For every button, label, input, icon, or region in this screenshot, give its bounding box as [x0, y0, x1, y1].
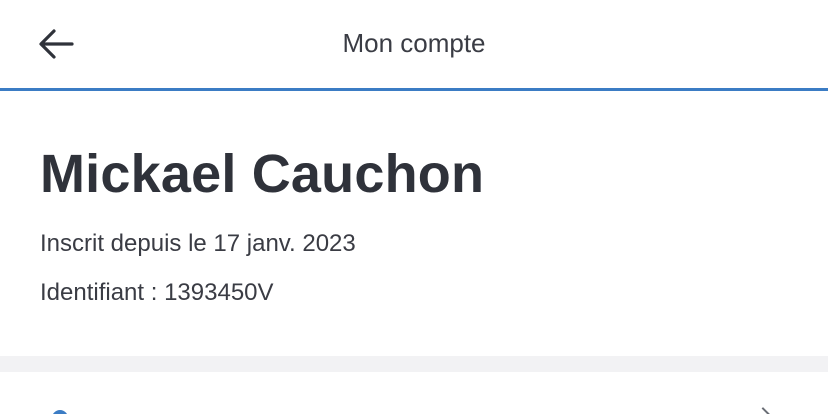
menu-item[interactable]	[0, 372, 828, 414]
section-separator	[0, 356, 828, 372]
profile-card: Mickael Cauchon Inscrit depuis le 17 jan…	[0, 91, 828, 356]
chevron-right-icon	[753, 407, 773, 414]
top-bar: Mon compte	[0, 0, 828, 88]
user-identifier: Identifiant : 1393450V	[40, 279, 274, 306]
user-name: Mickael Cauchon	[40, 144, 485, 204]
page-title: Mon compte	[342, 28, 486, 58]
member-since-text: Inscrit depuis le 17 janv. 2023	[40, 230, 356, 257]
menu-item-icon	[52, 410, 68, 414]
account-screen: Mon compte Mickael Cauchon Inscrit depui…	[0, 0, 828, 414]
